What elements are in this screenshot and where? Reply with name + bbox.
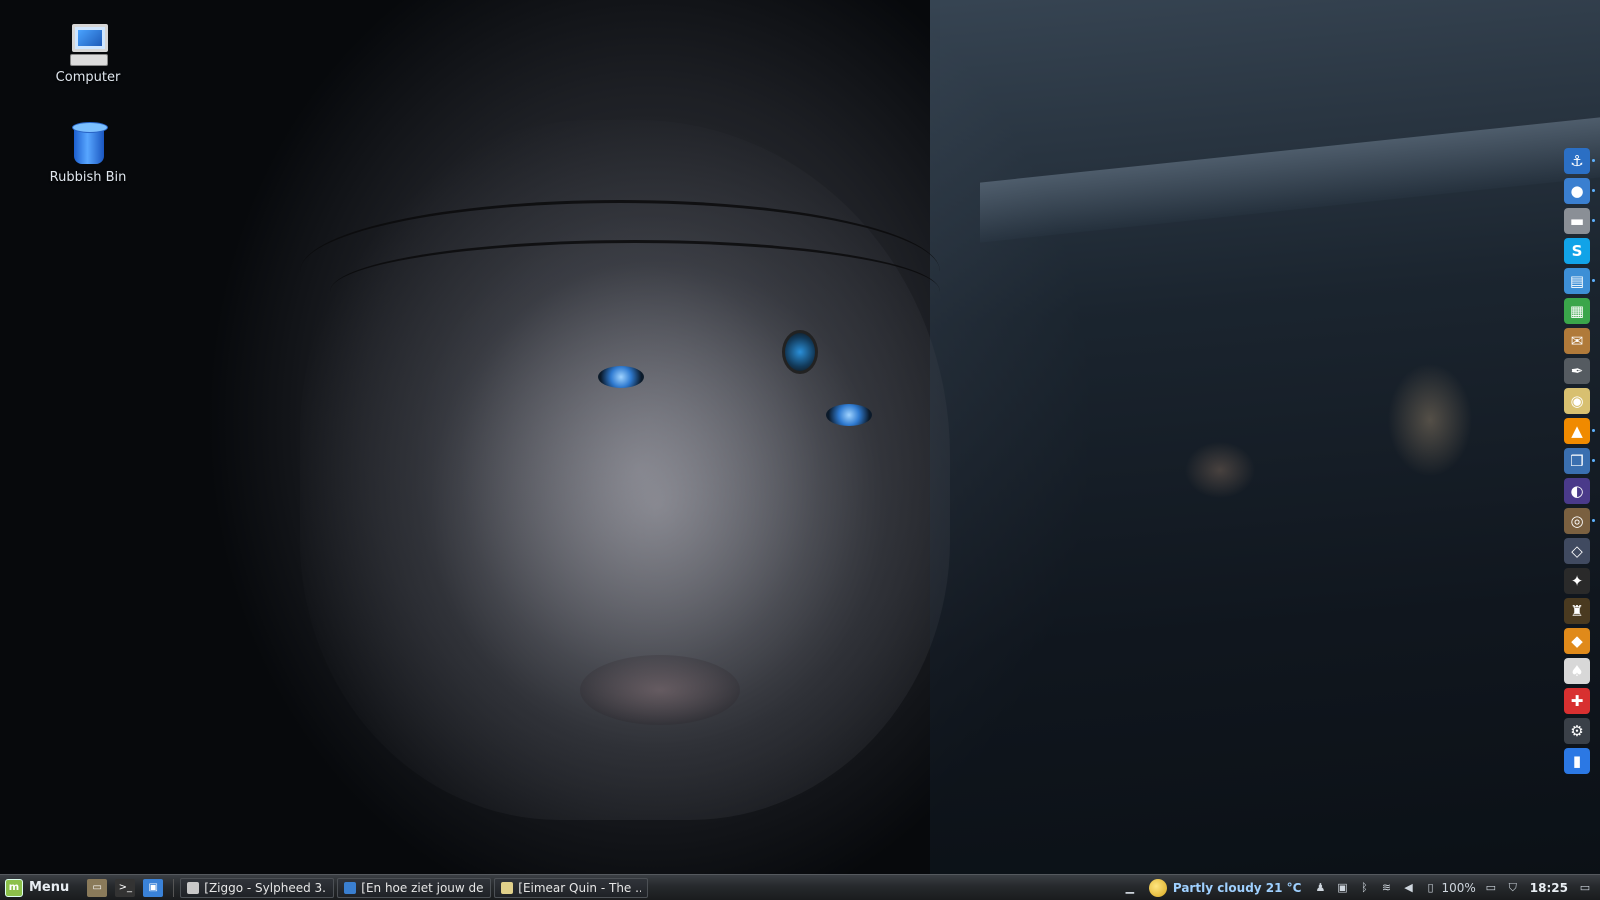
window-title: [Eimear Quin - The ... xyxy=(518,880,642,895)
clipboard-icon[interactable]: ▣ xyxy=(1335,881,1349,895)
bluetooth-icon[interactable]: ᛒ xyxy=(1357,881,1371,895)
mail-icon xyxy=(187,881,200,894)
spreadsheet-icon[interactable]: ▦ xyxy=(1564,298,1590,324)
audio-icon xyxy=(501,881,514,894)
wallpaper-lips xyxy=(580,655,740,725)
trash-icon xyxy=(64,120,112,168)
menu-label: Menu xyxy=(29,880,70,895)
menu-button[interactable]: m Menu xyxy=(0,876,77,900)
window-button[interactable]: [Eimear Quin - The ... xyxy=(494,877,649,898)
mail-client-icon[interactable]: ✉ xyxy=(1564,328,1590,354)
right-dock: ⚓ ● ▬ S ▤ ▦ ✉ ✒ ◉ ▲ ❒ ◐ ◎ ◇ ✦ ♜ ◆ ♠ ✚ ⚙ ▮ xyxy=(1562,146,1595,776)
weather-label[interactable]: Partly cloudy 21 °C xyxy=(1173,881,1302,895)
starcraft-icon[interactable]: ✦ xyxy=(1564,568,1590,594)
desktop-wallpaper xyxy=(0,0,1600,874)
wallpaper-eye-left xyxy=(598,366,644,388)
user-icon[interactable]: ♟ xyxy=(1313,881,1327,895)
game-icon[interactable]: ◎ xyxy=(1564,508,1595,534)
window-button[interactable]: [Ziggo - Sylpheed 3.... xyxy=(180,877,335,898)
volume-icon[interactable]: ◀ xyxy=(1401,881,1415,895)
shield-icon[interactable]: ⛉ xyxy=(1506,881,1520,895)
show-desktop-tray-icon[interactable]: ▭ xyxy=(1578,881,1592,895)
browser-icon xyxy=(344,881,357,894)
steam-icon[interactable]: ⚙ xyxy=(1564,718,1590,744)
window-list: [Ziggo - Sylpheed 3.... [En hoe ziet jouw… xyxy=(180,877,651,898)
file-manager-icon[interactable]: ▭ xyxy=(87,878,108,897)
terminal-icon[interactable]: >_ xyxy=(115,878,136,897)
wallpaper-eye-right xyxy=(826,404,872,426)
wallpaper-headchain-lower xyxy=(330,240,940,343)
network-icon[interactable]: ▭ xyxy=(1484,881,1498,895)
window-title: [Ziggo - Sylpheed 3.... xyxy=(204,880,328,895)
panel-separator xyxy=(173,878,175,897)
anchor-icon[interactable]: ⚓ xyxy=(1564,148,1595,174)
gem-icon[interactable]: ◆ xyxy=(1564,628,1590,654)
window-button[interactable]: [En hoe ziet jouw de... xyxy=(337,877,492,898)
show-desktop-icon[interactable]: ▣ xyxy=(143,878,164,897)
mint-logo-icon: m xyxy=(5,878,23,897)
stellarium-icon[interactable]: ◐ xyxy=(1564,478,1590,504)
desktop-icon-label: Computer xyxy=(55,70,121,85)
audio-player-icon[interactable]: ◉ xyxy=(1564,388,1590,414)
halo-game-icon[interactable]: ◇ xyxy=(1564,538,1590,564)
weather-icon[interactable] xyxy=(1148,878,1167,897)
lifebuoy-icon[interactable]: ✚ xyxy=(1564,688,1590,714)
virtualbox-icon[interactable]: ❒ xyxy=(1564,448,1595,474)
trash-icon[interactable]: ▮ xyxy=(1564,748,1590,774)
clock[interactable]: 18:25 xyxy=(1530,881,1568,895)
drive-icon[interactable]: ▬ xyxy=(1564,208,1595,234)
skype-icon[interactable]: S xyxy=(1564,238,1590,264)
panel-launchers: ▭ >_ ▣ xyxy=(83,878,167,897)
cards-icon[interactable]: ♠ xyxy=(1564,658,1590,684)
desktop-icon-rubbish-bin[interactable]: Rubbish Bin xyxy=(28,120,148,185)
globe-icon[interactable]: ● xyxy=(1564,178,1595,204)
window-title: [En hoe ziet jouw de... xyxy=(361,880,485,895)
vlc-icon[interactable]: ▲ xyxy=(1564,418,1595,444)
battery-percentage[interactable]: 100% xyxy=(1441,881,1475,895)
system-tray: ▁ Partly cloudy 21 °C ♟ ▣ ᛒ ≋ ◀ ▯ 100% ▭… xyxy=(1119,876,1600,900)
wifi-icon[interactable]: ≋ xyxy=(1379,881,1393,895)
tray-arrow-icon[interactable]: ▁ xyxy=(1123,881,1137,895)
writer-document-icon[interactable]: ▤ xyxy=(1564,268,1595,294)
bottom-panel: m Menu ▭ >_ ▣ [Ziggo - Sylpheed 3.... [En h… xyxy=(0,874,1600,900)
warcraft-icon[interactable]: ♜ xyxy=(1564,598,1590,624)
desktop-icon-computer[interactable]: Computer xyxy=(28,20,148,85)
desktop-icon-label: Rubbish Bin xyxy=(49,170,127,185)
inkscape-icon[interactable]: ✒ xyxy=(1564,358,1590,384)
wallpaper-gem xyxy=(782,330,818,374)
battery-icon[interactable]: ▯ xyxy=(1423,881,1437,895)
computer-icon xyxy=(64,20,112,68)
